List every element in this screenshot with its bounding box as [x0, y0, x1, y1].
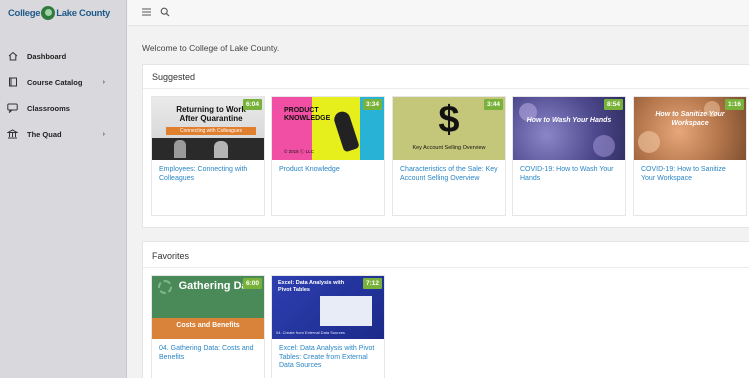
thumbnail-subcaption: Costs and Benefits [176, 322, 240, 329]
thumbnail-caption: Returning to Work After Quarantine [176, 105, 246, 123]
home-icon [7, 51, 18, 61]
course-title[interactable]: Characteristics of the Sale: Key Account… [400, 166, 500, 183]
sidebar-item-dashboard[interactable]: Dashboard [0, 43, 127, 69]
thumbnail-caption: How to Sanitize Your Workspace [655, 111, 725, 127]
logo-text-college: College [8, 7, 41, 19]
thumbnail-subcaption: Key Account Selling Overview [412, 145, 486, 151]
course-title[interactable]: Product Knowledge [279, 166, 379, 175]
thumbnail-caption: How to Wash Your Hands [526, 117, 612, 124]
sidebar-item-label: Course Catalog [27, 77, 83, 87]
search-icon[interactable] [159, 6, 171, 18]
chevron-right-icon[interactable]: › [103, 79, 105, 86]
thumbnail-spreadsheet [320, 296, 372, 326]
duration-badge: 3:44 [483, 99, 503, 110]
course-card[interactable]: PRODUCT KNOWLEDGE © 2018 ⓒ LLC 3:34 Prod… [271, 96, 385, 216]
thumbnail-virus [593, 135, 615, 157]
section-title: Favorites [152, 251, 190, 261]
course-title[interactable]: Employees: Connecting with Colleagues [159, 166, 259, 183]
logo-emblem-icon [41, 6, 56, 20]
course-card[interactable]: $ Key Account Selling Overview 3:44 Char… [392, 96, 506, 216]
divider [143, 267, 749, 268]
thumbnail-photo [152, 138, 264, 160]
sidebar-item-label: Classrooms [27, 103, 70, 113]
thumbnail-silhouette [332, 109, 360, 153]
chevron-right-icon[interactable]: › [103, 131, 105, 138]
duration-badge: 6:04 [242, 99, 262, 110]
course-title[interactable]: COVID-19: How to Sanitize Your Workspace [641, 166, 741, 183]
gear-icon [158, 280, 172, 294]
duration-badge: 1:16 [724, 99, 744, 110]
sidebar: College Lake County Dashboard Course Cat… [0, 0, 127, 378]
sidebar-item-the-quad[interactable]: The Quad › [0, 121, 127, 147]
thumbnail-virus [638, 131, 660, 153]
sidebar-item-course-catalog[interactable]: Course Catalog › [0, 69, 127, 95]
thumbnail-subcaption: 04. Create from External Data Sources [276, 330, 345, 335]
duration-badge: 8:54 [603, 99, 623, 110]
sidebar-item-classrooms[interactable]: Classrooms [0, 95, 127, 121]
section-title: Suggested [152, 72, 196, 82]
course-card[interactable]: Excel: Data Analysis with Pivot Tables 0… [271, 275, 385, 378]
duration-badge: 6:00 [242, 278, 262, 289]
chat-icon [7, 103, 18, 113]
thumbnail-caption: PRODUCT KNOWLEDGE [284, 107, 331, 122]
hamburger-icon[interactable] [140, 6, 152, 18]
divider [143, 88, 749, 89]
sidebar-item-label: The Quad [27, 129, 62, 139]
duration-badge: 7:12 [362, 278, 382, 289]
course-card[interactable]: Returning to Work After Quarantine Conne… [151, 96, 265, 216]
sidebar-item-label: Dashboard [27, 51, 67, 61]
course-card[interactable]: How to Wash Your Hands 8:54 COVID-19: Ho… [512, 96, 626, 216]
course-card[interactable]: How to Sanitize Your Workspace 1:16 COVI… [633, 96, 747, 216]
college-logo[interactable]: College Lake County [8, 4, 118, 22]
course-title[interactable]: COVID-19: How to Wash Your Hands [520, 166, 620, 183]
thumbnail-subcaption: © 2018 ⓒ LLC [284, 149, 314, 154]
building-icon [7, 129, 18, 139]
course-title[interactable]: Excel: Data Analysis with Pivot Tables: … [279, 345, 379, 371]
thumbnail-caption: Excel: Data Analysis with Pivot Tables [278, 280, 345, 293]
favorites-panel: Favorites Gathering Data Costs and Benef… [142, 241, 749, 378]
duration-badge: 3:34 [362, 99, 382, 110]
logo-text-lake-county: Lake County [56, 7, 110, 19]
thumbnail-person [214, 141, 228, 158]
course-title[interactable]: 04. Gathering Data: Costs and Benefits [159, 345, 259, 362]
thumbnail-subcaption: Connecting with Colleagues [166, 127, 256, 135]
course-card[interactable]: Gathering Data Costs and Benefits 6:00 0… [151, 275, 265, 378]
top-bar [128, 0, 749, 26]
suggested-panel: Suggested Returning to Work After Quaran… [142, 64, 749, 228]
welcome-message: Welcome to College of Lake County. [142, 43, 280, 53]
book-icon [7, 77, 18, 87]
thumbnail-person [174, 140, 186, 158]
sidebar-nav: Dashboard Course Catalog › Classrooms Th… [0, 43, 127, 147]
